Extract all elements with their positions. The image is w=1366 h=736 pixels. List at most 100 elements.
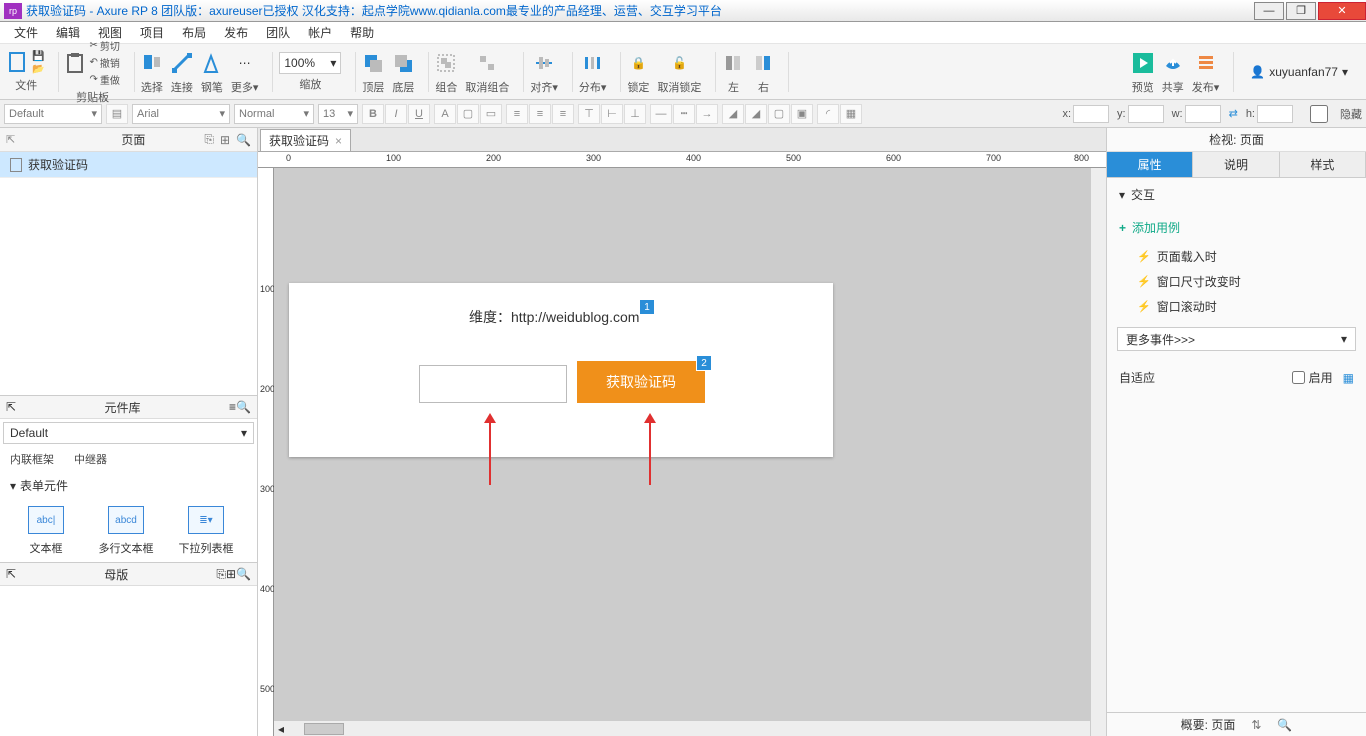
align-left-text[interactable]: ≡ xyxy=(506,104,528,124)
border-color-button[interactable]: ▭ xyxy=(480,104,502,124)
code-input-widget[interactable] xyxy=(419,365,567,403)
save-icon[interactable]: 💾 xyxy=(32,51,44,62)
canvas[interactable]: 维度：http://weidublog.com 1 获取验证码 2 xyxy=(274,168,1106,736)
share-icon[interactable] xyxy=(1162,49,1184,77)
add-folder-icon[interactable]: ⎘ xyxy=(204,132,214,147)
more-events-select[interactable]: 更多事件>>>▾ xyxy=(1117,327,1356,351)
more-shapes-icon[interactable]: ⋯ xyxy=(234,49,256,77)
pin-icon[interactable]: ⇱ xyxy=(6,400,16,414)
unlock-icon[interactable]: 🔓 xyxy=(668,49,690,77)
bring-front-icon[interactable] xyxy=(362,49,384,77)
w-input[interactable] xyxy=(1185,105,1221,123)
tab-style[interactable]: 样式 xyxy=(1280,152,1366,177)
menu-layout[interactable]: 布局 xyxy=(174,22,214,43)
font-select[interactable]: Arial▾ xyxy=(132,104,230,124)
close-tab-icon[interactable]: × xyxy=(335,134,342,148)
annotation-badge-2[interactable]: 2 xyxy=(696,355,712,371)
maximize-button[interactable]: ❐ xyxy=(1286,2,1316,20)
padding-button[interactable]: ▦ xyxy=(840,104,862,124)
minimize-button[interactable]: — xyxy=(1254,2,1284,20)
add-page-icon[interactable]: ⊞ xyxy=(220,133,230,147)
valign-top[interactable]: ⊤ xyxy=(578,104,600,124)
search-icon[interactable]: 🔍 xyxy=(236,567,251,581)
style-select[interactable]: Default▾ xyxy=(4,104,102,124)
cut-icon[interactable]: ✂ 剪切 xyxy=(89,38,119,53)
interaction-section[interactable]: ▾交互 xyxy=(1107,178,1366,211)
arrow-style[interactable]: → xyxy=(696,104,718,124)
annotation-badge-1[interactable]: 1 xyxy=(639,299,655,315)
shadow-outer[interactable]: ▢ xyxy=(768,104,790,124)
group-icon[interactable] xyxy=(435,49,457,77)
search-icon[interactable]: 🔍 xyxy=(236,133,251,147)
open-icon[interactable]: 📂 xyxy=(32,64,44,75)
widget-textarea[interactable]: abcd多行文本框 xyxy=(90,506,162,556)
tab-notes[interactable]: 说明 xyxy=(1193,152,1279,177)
italic-button[interactable]: I xyxy=(385,104,407,124)
align-icon[interactable] xyxy=(533,49,555,77)
preview-icon[interactable] xyxy=(1132,49,1154,77)
style-manager-icon[interactable]: ▤ xyxy=(106,104,128,124)
lib-menu-icon[interactable]: ≡ xyxy=(229,400,236,414)
widget-textfield[interactable]: abc|文本框 xyxy=(10,506,82,556)
y-input[interactable] xyxy=(1128,105,1164,123)
menu-account[interactable]: 帐户 xyxy=(300,22,340,43)
distribute-icon[interactable] xyxy=(582,49,604,77)
font-size-select[interactable]: 13▾ xyxy=(318,104,358,124)
font-weight-select[interactable]: Normal▾ xyxy=(234,104,314,124)
page-tab[interactable]: 获取验证码× xyxy=(260,129,351,151)
event-page-load[interactable]: ⚡页面载入时 xyxy=(1107,244,1366,269)
paste-icon[interactable] xyxy=(65,53,85,73)
scrollbar-horizontal[interactable]: ◂ xyxy=(274,720,1090,736)
scrollbar-vertical[interactable] xyxy=(1090,168,1106,736)
zoom-select[interactable]: 100%▾ xyxy=(279,52,341,74)
user-menu[interactable]: 👤 xuyuanfan77 ▾ xyxy=(1240,65,1358,79)
get-code-button-widget[interactable]: 获取验证码 xyxy=(577,361,705,403)
pen-tool-icon[interactable] xyxy=(201,49,223,77)
page-tree-item[interactable]: 获取验证码 xyxy=(0,152,257,178)
add-master-icon[interactable]: ⊞ xyxy=(226,567,236,581)
menu-project[interactable]: 项目 xyxy=(132,22,172,43)
pin-icon[interactable]: ⇱ xyxy=(6,133,15,146)
add-folder-icon[interactable]: ⎘ xyxy=(216,567,226,582)
h-input[interactable] xyxy=(1257,105,1293,123)
connect-tool-icon[interactable] xyxy=(171,49,193,77)
align-left-icon[interactable] xyxy=(722,49,744,77)
widget-droplist[interactable]: ≣▾下拉列表框 xyxy=(170,506,242,556)
shadow-inner[interactable]: ▣ xyxy=(791,104,813,124)
artboard-title-text[interactable]: 维度：http://weidublog.com xyxy=(469,307,639,327)
close-button[interactable]: ✕ xyxy=(1318,2,1366,20)
adaptive-settings-icon[interactable]: ▦ xyxy=(1343,371,1354,385)
hidden-checkbox[interactable] xyxy=(1301,105,1337,123)
x-input[interactable] xyxy=(1073,105,1109,123)
redo-icon[interactable]: ↷ 重做 xyxy=(89,72,119,87)
valign-bot[interactable]: ⊥ xyxy=(624,104,646,124)
send-back-icon[interactable] xyxy=(392,49,414,77)
border-style[interactable]: ┅ xyxy=(673,104,695,124)
menu-file[interactable]: 文件 xyxy=(6,22,46,43)
fill-color-button[interactable]: ▢ xyxy=(457,104,479,124)
fill-swatch[interactable]: ◢ xyxy=(722,104,744,124)
align-right-text[interactable]: ≡ xyxy=(552,104,574,124)
library-section[interactable]: ▾表单元件 xyxy=(0,471,257,500)
ungroup-icon[interactable] xyxy=(476,49,498,77)
undo-icon[interactable]: ↶ 撤销 xyxy=(89,55,119,70)
search-icon[interactable]: 🔍 xyxy=(236,400,251,414)
line-swatch[interactable]: ◢ xyxy=(745,104,767,124)
menu-help[interactable]: 帮助 xyxy=(342,22,382,43)
tab-properties[interactable]: 属性 xyxy=(1107,152,1193,177)
underline-button[interactable]: U xyxy=(408,104,430,124)
pin-icon[interactable]: ⇱ xyxy=(6,567,16,581)
menu-team[interactable]: 团队 xyxy=(258,22,298,43)
library-select[interactable]: Default▾ xyxy=(3,422,254,444)
add-case-link[interactable]: +添加用例 xyxy=(1107,211,1366,244)
event-window-scroll[interactable]: ⚡窗口滚动时 xyxy=(1107,294,1366,319)
corner-radius[interactable]: ◜ xyxy=(817,104,839,124)
filter-icon[interactable]: ⇅ xyxy=(1251,718,1261,732)
text-color-button[interactable]: A xyxy=(434,104,456,124)
enable-adaptive-checkbox[interactable] xyxy=(1292,371,1305,384)
new-file-icon[interactable] xyxy=(8,53,28,73)
valign-mid[interactable]: ⊢ xyxy=(601,104,623,124)
border-width[interactable]: — xyxy=(650,104,672,124)
publish-icon[interactable] xyxy=(1195,49,1217,77)
bold-button[interactable]: B xyxy=(362,104,384,124)
